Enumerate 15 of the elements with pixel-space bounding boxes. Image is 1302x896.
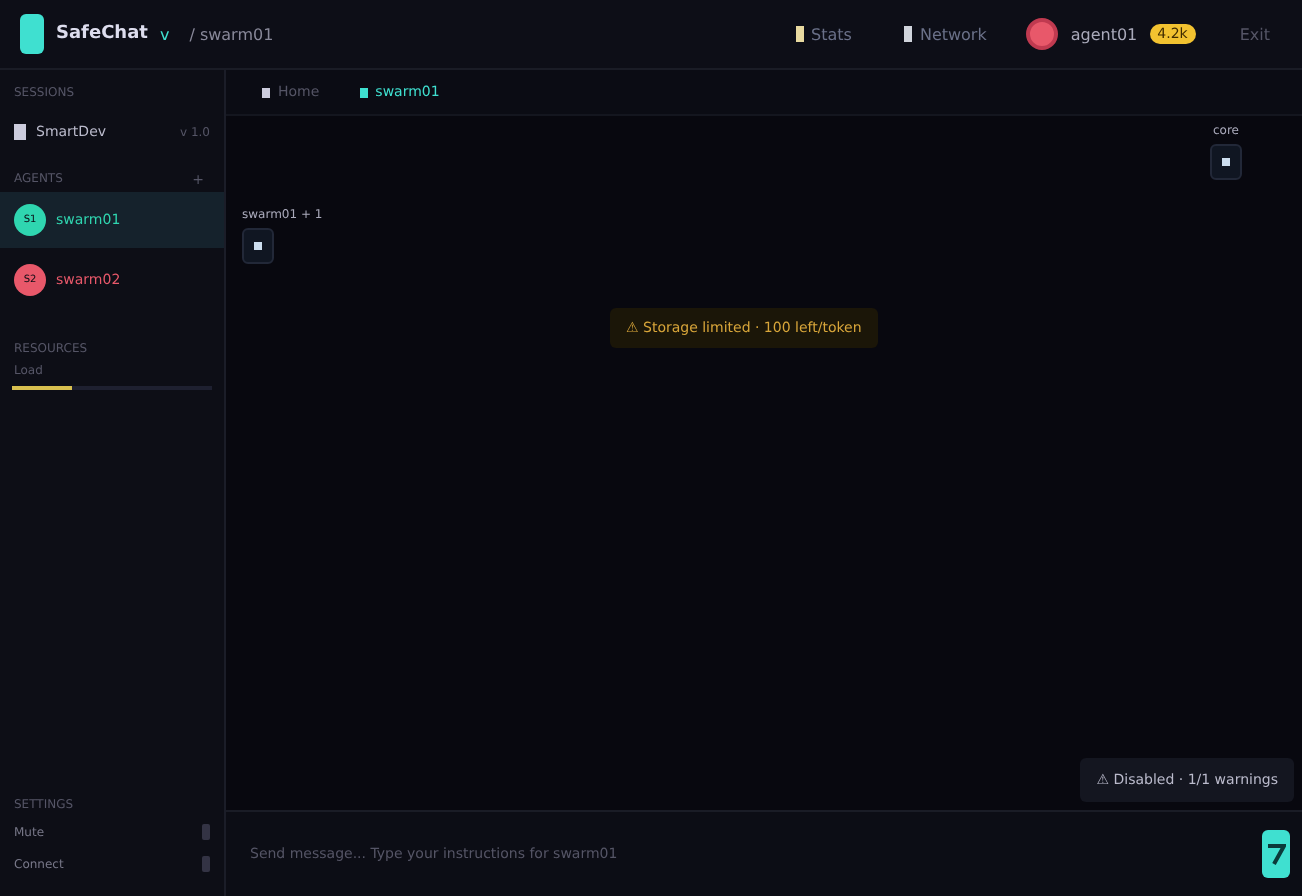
toggle[interactable] xyxy=(202,824,210,840)
app-name: SafeChat xyxy=(56,24,148,44)
version-label: v xyxy=(159,25,170,43)
node[interactable] xyxy=(242,228,274,264)
exit-button[interactable]: Exit xyxy=(1227,23,1282,45)
send-icon xyxy=(1266,842,1286,866)
breadcrumb: / swarm01 xyxy=(189,25,274,43)
avatar xyxy=(1026,18,1059,50)
toolbar-button[interactable]: Stats xyxy=(783,23,864,45)
send-button[interactable] xyxy=(1262,830,1290,878)
logo-icon xyxy=(20,14,44,54)
node[interactable] xyxy=(1210,144,1242,180)
user-name: agent01 xyxy=(1070,25,1138,43)
toolbar-button[interactable]: Network xyxy=(891,23,999,45)
toggle[interactable] xyxy=(202,856,210,872)
